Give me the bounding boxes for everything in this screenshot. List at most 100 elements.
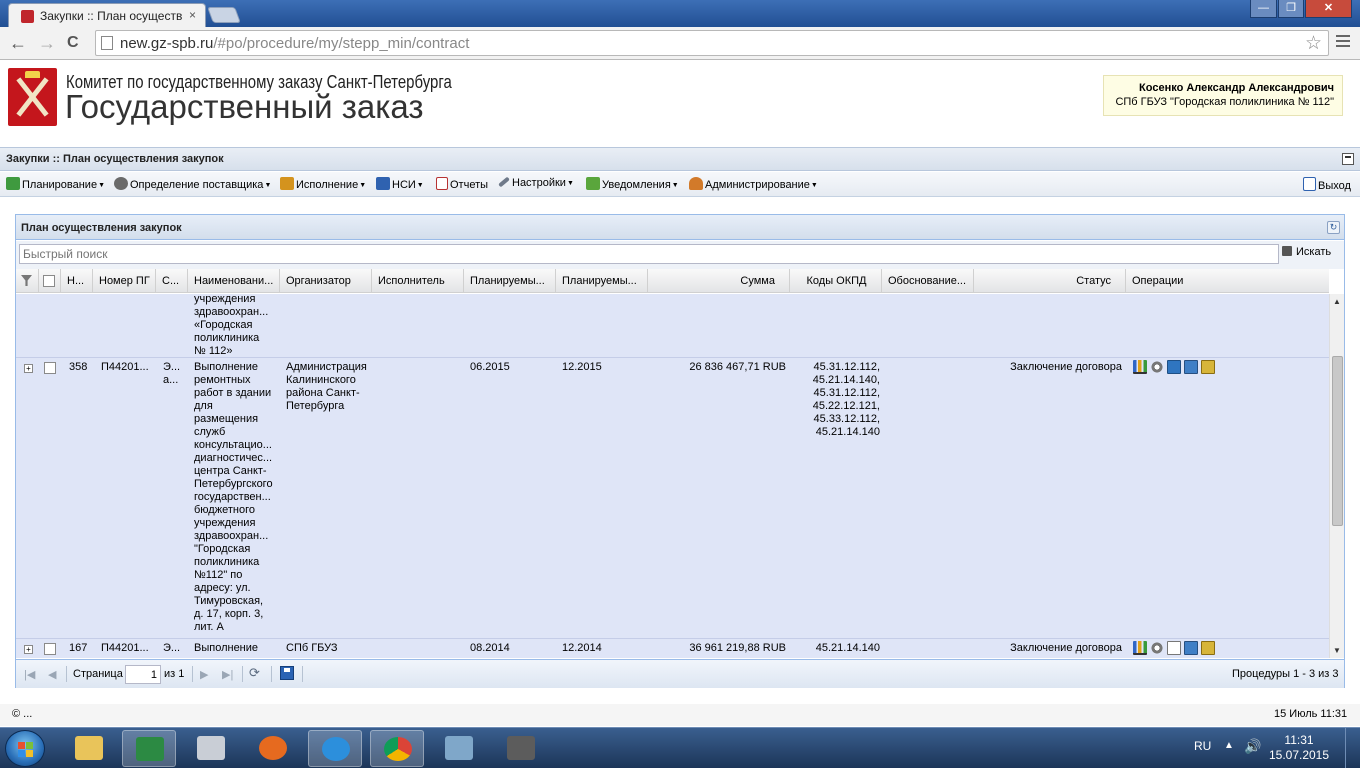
expand-row-icon[interactable]: + [24,645,33,654]
bookmark-star-icon[interactable]: ☆ [1305,32,1322,55]
row-checkbox[interactable] [44,362,56,374]
volume-icon[interactable]: 🔊 [1244,738,1261,755]
gear-icon[interactable] [1150,641,1164,655]
show-desktop-button[interactable] [1345,728,1360,768]
column-header-okpd[interactable]: Коды ОКПД [790,269,882,293]
cell-plan-end: 12.2014 [562,642,602,654]
browser-tab[interactable]: Закупки :: План осуществ × [8,3,206,27]
printer-icon [197,736,225,760]
table-row[interactable]: + 358 П44201... Э... а... Выполнение рем… [16,358,1329,639]
vertical-scrollbar[interactable]: ▲ ▼ [1329,294,1344,658]
cell-s: Э... [163,642,181,654]
menu-item-nsi[interactable]: НСИ▼ [376,177,424,191]
address-bar[interactable]: new.gz-spb.ru/#po/procedure/my/stepp_min… [95,30,1329,56]
select-all-header[interactable] [39,269,61,293]
column-header-num[interactable]: Н... [61,269,93,293]
taskbar-clock[interactable]: 11:31 15.07.2015 [1268,733,1330,763]
row-checkbox[interactable] [44,643,56,655]
chrome-icon [384,737,412,761]
menu-item-execution[interactable]: Исполнение▼ [280,177,366,191]
notifications-icon [586,177,600,190]
column-header-plan-end[interactable]: Планируемы... [556,269,648,293]
user-info-box: Косенко Александр Александрович СПб ГБУЗ… [1103,75,1343,116]
page-icon[interactable] [1167,641,1181,655]
gear-icon[interactable] [1150,360,1164,374]
search-button-label: Искать [1296,246,1332,258]
menu-item-administration[interactable]: Администрирование▼ [689,177,818,191]
column-header-name[interactable]: Наименовани... [188,269,280,293]
explorer-taskbar-button[interactable] [62,730,116,767]
scroll-icon[interactable] [1201,641,1215,655]
chart-icon[interactable] [1133,641,1147,655]
collapse-panel-icon[interactable] [1342,153,1354,165]
column-header-pg[interactable]: Номер ПГ [93,269,156,293]
table-row[interactable]: + 167 П44201... Э... Выполнение СПб ГБУЗ… [16,639,1329,658]
last-page-icon[interactable]: ▶| [222,668,233,681]
document-icon[interactable] [1184,360,1198,374]
drawing-taskbar-button[interactable] [432,730,486,767]
scroll-down-icon[interactable]: ▼ [1333,646,1341,655]
scroll-up-icon[interactable]: ▲ [1333,297,1341,306]
quick-search-input[interactable] [19,244,1279,264]
window-close-button[interactable]: ✕ [1305,0,1352,18]
filter-column-header[interactable] [16,269,39,293]
select-all-checkbox[interactable] [43,275,55,287]
page-number-input[interactable] [125,665,161,684]
new-tab-button[interactable] [207,7,241,23]
refresh-icon[interactable]: ⟳ [249,665,260,681]
back-arrow-icon[interactable]: ← [9,33,27,54]
language-indicator[interactable]: RU [1194,739,1211,753]
column-header-s[interactable]: С... [156,269,188,293]
column-header-basis[interactable]: Обоснование... [882,269,974,293]
exit-button[interactable]: Выход [1303,177,1351,192]
search-button[interactable]: Искать [1282,246,1331,258]
row-operations [1133,360,1218,374]
column-header-executor[interactable]: Исполнитель [372,269,464,293]
tray-expand-icon[interactable]: ▲ [1224,740,1234,751]
browser-menu-icon[interactable] [1336,35,1350,50]
document-icon[interactable] [1184,641,1198,655]
excel-taskbar-button[interactable] [122,730,176,767]
media-taskbar-button[interactable] [494,730,548,767]
ie-taskbar-button[interactable] [308,730,362,767]
menu-item-settings[interactable]: Настройки▼ [498,176,574,189]
spb-coat-of-arms-logo[interactable] [8,68,57,126]
column-header-operations: Операции [1132,275,1184,287]
menu-item-reports[interactable]: Отчеты [436,177,488,191]
save-icon[interactable] [280,666,294,680]
refresh-icon[interactable]: ↻ [1327,221,1340,234]
tab-close-icon[interactable]: × [189,8,196,22]
window-minimize-button[interactable]: — [1250,0,1277,18]
menu-item-supplier[interactable]: Определение поставщика▼ [114,177,271,191]
column-header-organizer[interactable]: Организатор [280,269,372,293]
forward-arrow-icon[interactable]: → [38,33,56,54]
chart-icon[interactable] [1133,360,1147,374]
table-row[interactable]: учреждения здравоохран... «Городская пол… [16,294,1329,358]
reload-icon[interactable]: C [67,34,79,52]
cell-organizer: СПб ГБУЗ [286,642,338,654]
firefox-taskbar-button[interactable] [246,730,300,767]
scrollbar-thumb[interactable] [1332,356,1343,526]
menu-item-notifications[interactable]: Уведомления▼ [586,177,679,191]
expand-row-icon[interactable]: + [24,364,33,373]
column-header-sum[interactable]: Сумма [648,269,790,293]
start-button[interactable] [5,730,45,767]
grid-body: учреждения здравоохран... «Городская пол… [16,294,1329,658]
prev-page-icon[interactable]: ◀ [48,668,56,681]
menu-item-label: Определение поставщика [130,179,264,191]
menu-item-planning[interactable]: Планирование▼ [6,177,105,191]
next-page-icon[interactable]: ▶ [200,668,208,681]
window-maximize-button[interactable]: ❐ [1278,0,1304,18]
page-label: Страница [73,668,123,680]
printer-taskbar-button[interactable] [184,730,238,767]
cell-plan-end: 12.2015 [562,361,602,373]
column-header-status[interactable]: Статус [974,269,1126,293]
filter-icon[interactable] [21,275,32,286]
card-icon[interactable] [1167,360,1181,374]
column-header-plan-start[interactable]: Планируемы... [464,269,556,293]
chrome-taskbar-button[interactable] [370,730,424,767]
browser-toolbar: ← → C new.gz-spb.ru/#po/procedure/my/ste… [0,27,1360,60]
scroll-icon[interactable] [1201,360,1215,374]
cell-name: Выполнение [194,642,259,654]
first-page-icon[interactable]: |◀ [24,668,35,681]
